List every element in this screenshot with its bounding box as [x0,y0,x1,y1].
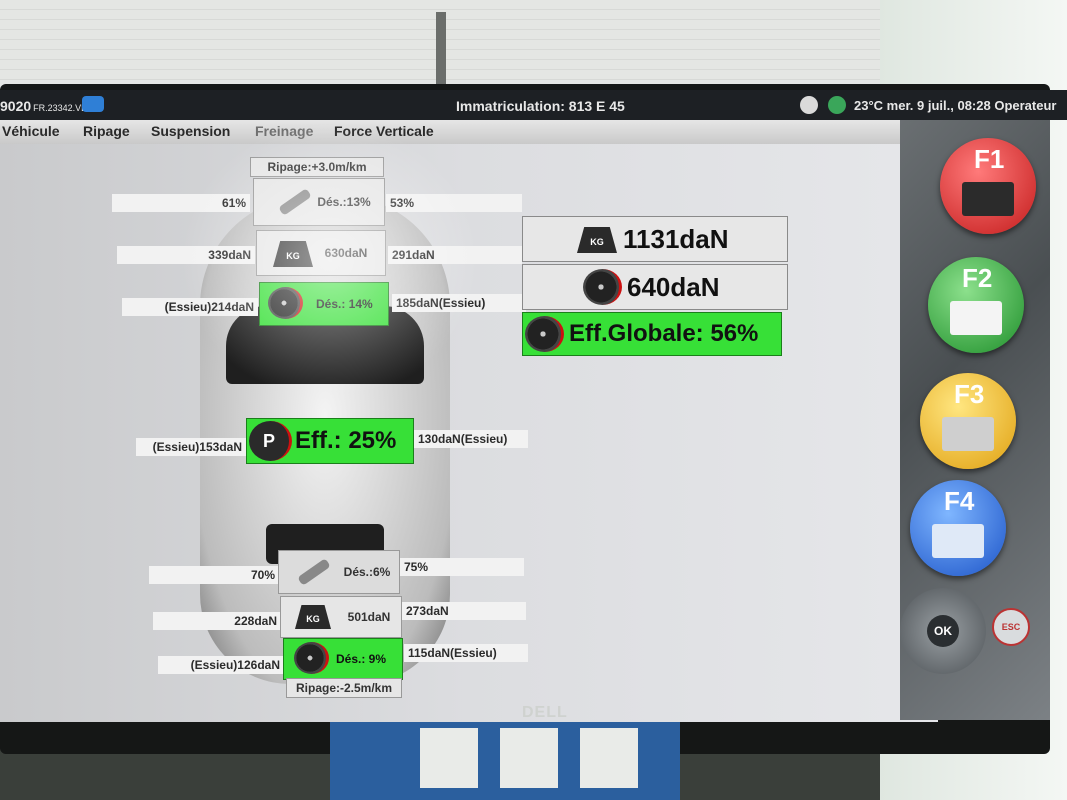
brake-disc-icon [583,269,622,305]
shock-absorber-icon [278,188,312,216]
rear-weight-box: KG 501daN [280,596,402,638]
menu-vehicule[interactable]: Véhicule [2,123,60,139]
esc-button[interactable]: ESC [992,608,1030,646]
brake-disc-icon [268,287,303,319]
rear-susp-right: 75% [400,558,524,576]
brake-disc-icon [294,642,329,674]
parking-brake-icon: P [249,421,292,461]
rss-icon[interactable] [800,96,818,114]
rear-brake-right: 115daN(Essieu) [404,644,528,662]
parking-left: (Essieu)153daN [136,438,246,456]
front-weight-total: 630daN [324,246,368,260]
title-bar: 9020 FR.23342.VL Immatriculation: 813 E 4… [0,90,1067,120]
total-brake: 640daN [627,272,720,302]
document-search-icon [932,524,984,558]
window-title: Immatriculation: 813 E 45 [456,98,625,114]
front-brake-right: 185daN(Essieu) [392,294,526,312]
front-susp-left: 61% [112,194,250,212]
menu-suspension[interactable]: Suspension [151,123,230,139]
paper-sheet [420,728,478,788]
f1-label: F1 [974,144,1005,174]
front-ripage: Ripage:+3.0m/km [250,157,384,177]
teamviewer-icon[interactable] [82,96,104,112]
desk [330,722,680,800]
rear-susp-left: 70% [149,566,279,584]
front-susp-right: 53% [386,194,522,212]
parking-right: 130daN(Essieu) [414,430,528,448]
f3-label: F3 [954,379,985,409]
summary-efficiency: Eff.Globale: 56% [522,312,782,356]
weight-kg-icon: KG [273,241,313,267]
front-brake-left: (Essieu)214daN [122,298,258,316]
total-weight: 1131daN [623,224,729,254]
brake-disc-icon [525,316,564,352]
background-pole [436,12,446,92]
rear-brake-left: (Essieu)126daN [158,656,284,674]
database-icon [942,417,994,451]
rear-brake-des: Dés.: 9% [336,652,387,666]
menu-freinage[interactable]: Freinage [255,123,313,139]
front-weight-left: 339daN [117,246,255,264]
rear-ripage: Ripage:-2.5m/km [286,678,402,698]
global-efficiency: Eff.Globale: 56% [569,320,759,347]
front-weight-box: KG 630daN [256,230,386,276]
f1-button[interactable]: F1 [940,138,1036,234]
summary-total-brake: 640daN [522,264,788,310]
rear-susp-des: Dés.:6% [343,565,391,579]
f4-button[interactable]: F4 [910,480,1006,576]
navigation-pad[interactable]: OK [900,588,986,674]
front-susp-des: Dés.:13% [317,195,371,209]
rear-weight-right: 273daN [402,602,526,620]
printer-icon [950,301,1002,335]
ok-button[interactable]: OK [927,615,959,647]
rear-brake-box: Dés.: 9% [283,638,403,680]
front-susp-box: Dés.:13% [253,178,385,226]
front-weight-right: 291daN [388,246,522,264]
f4-label: F4 [944,486,975,516]
front-brake-box: Dés.: 14% [259,282,389,326]
weight-kg-icon: KG [295,605,331,629]
front-brake-des: Dés.: 14% [316,297,373,311]
status-text: 23°C mer. 9 juil., 08:28 Operateur [854,98,1057,113]
network-icon[interactable] [828,96,846,114]
paper-sheet [580,728,638,788]
parking-eff-box: P Eff.: 25% [246,418,414,464]
shock-absorber-icon [297,558,331,586]
menu-force-verticale[interactable]: Force Verticale [334,123,434,139]
f2-button[interactable]: F2 [928,257,1024,353]
parking-eff: Eff.: 25% [295,427,397,454]
dell-logo: DELL [522,704,568,721]
f2-label: F2 [962,263,993,293]
paper-sheet [500,728,558,788]
rear-susp-box: Dés.:6% [278,550,400,594]
summary-total-weight: KG 1131daN [522,216,788,262]
rear-weight-total: 501daN [347,610,391,624]
rear-weight-left: 228daN [153,612,281,630]
app-id: 9020 FR.23342.VL [0,98,87,114]
f3-button[interactable]: F3 [920,373,1016,469]
menu-ripage[interactable]: Ripage [83,123,130,139]
monitor-arrow-icon [962,182,1014,216]
menu-bar: Véhicule Ripage Suspension Freinage Forc… [0,120,938,144]
weight-kg-icon: KG [577,227,617,253]
